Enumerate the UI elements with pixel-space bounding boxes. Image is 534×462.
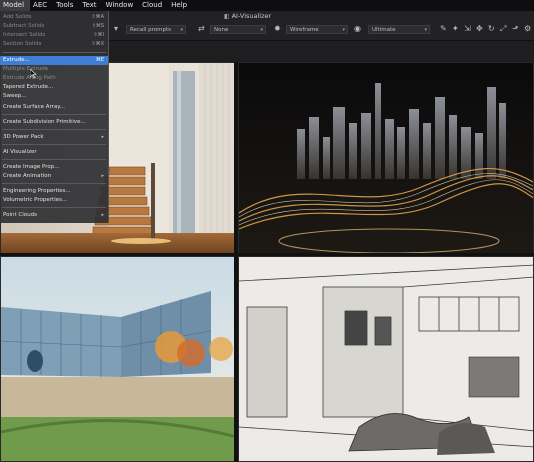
- menu-item-create-image-prop[interactable]: Create Image Prop...: [0, 163, 108, 172]
- magic-wand-icon[interactable]: ✦: [452, 24, 459, 34]
- campus-image: [1, 257, 235, 461]
- mode-select[interactable]: Wireframe ▾: [286, 25, 348, 34]
- menu-bar: Model AEC Tools Text Window Cloud Help: [0, 0, 534, 11]
- mouse-cursor-icon: [30, 69, 37, 79]
- chevron-right-icon: ▸: [101, 212, 104, 218]
- menu-separator: [2, 114, 106, 115]
- menu-item-tapered-extrude[interactable]: Tapered Extrude...: [0, 83, 108, 92]
- swap-icon[interactable]: ⇄: [198, 24, 205, 34]
- city-image: [239, 63, 533, 253]
- render-sketch-interior[interactable]: [238, 256, 534, 462]
- menu-item-engineering-properties[interactable]: Engineering Properties...: [0, 187, 108, 196]
- camera-icon[interactable]: ◉: [354, 24, 361, 34]
- chevron-right-icon: ▸: [101, 134, 104, 140]
- menu-item-section-solids[interactable]: Section Solids ⇧⌘X: [0, 40, 108, 49]
- menu-item-extrude-along-path[interactable]: Extrude Along Path: [0, 74, 108, 83]
- menu-separator: [2, 183, 106, 184]
- menu-help[interactable]: Help: [168, 0, 193, 11]
- export-icon[interactable]: ⬏: [512, 24, 519, 34]
- pan-tool-icon[interactable]: ✥: [476, 24, 483, 34]
- model-menu-dropdown: Add Solids ⇧⌘A Subtract Solids ⇧⌘S Interse…: [0, 11, 109, 223]
- render-futuristic-city[interactable]: [238, 62, 534, 254]
- settings-icon[interactable]: ⚙: [524, 24, 531, 34]
- dropdown-arrow-icon[interactable]: ▾: [114, 24, 118, 34]
- light-icon[interactable]: ✹: [274, 24, 281, 34]
- menu-item-volumetric-properties[interactable]: Volumetric Properties...: [0, 196, 108, 205]
- menu-text[interactable]: Text: [79, 0, 102, 11]
- chevron-down-icon: ▾: [180, 27, 183, 33]
- sketch-image: [239, 257, 533, 461]
- menu-tools[interactable]: Tools: [53, 0, 79, 11]
- menu-item-add-solids[interactable]: Add Solids ⇧⌘A: [0, 13, 108, 22]
- menu-separator: [2, 129, 106, 130]
- render-watercolor-campus[interactable]: [0, 256, 236, 462]
- menu-item-sweep[interactable]: Sweep...: [0, 92, 108, 101]
- chevron-down-icon: ▾: [260, 27, 263, 33]
- chevron-down-icon: ▾: [424, 27, 427, 33]
- chevron-right-icon: ▸: [101, 173, 104, 179]
- view-select[interactable]: Ultimate ▾: [368, 25, 430, 34]
- menu-item-create-subdivision-primitive[interactable]: Create Subdivision Primitive...: [0, 118, 108, 127]
- menu-item-extrude[interactable]: Extrude... ⌘E: [0, 56, 108, 65]
- select-tool-icon[interactable]: ⇲: [464, 24, 471, 34]
- menu-separator: [2, 207, 106, 208]
- menu-item-multiple-extrude[interactable]: Multiple Extrude: [0, 65, 108, 74]
- menu-cloud[interactable]: Cloud: [139, 0, 168, 11]
- menu-item-subtract-solids[interactable]: Subtract Solids ⇧⌘S: [0, 22, 108, 31]
- panel-divider-horizontal[interactable]: [0, 253, 534, 256]
- menu-item-ai-visualizer[interactable]: AI Visualizer: [0, 148, 108, 157]
- menu-item-intersect-solids[interactable]: Intersect Solids ⇧⌘I: [0, 31, 108, 40]
- prompt-select[interactable]: Recall prompts ▾: [126, 25, 186, 34]
- menu-item-create-surface-array[interactable]: Create Surface Array...: [0, 103, 108, 112]
- style-select[interactable]: None ▾: [210, 25, 266, 34]
- menu-separator: [2, 144, 106, 145]
- render-tool-icon[interactable]: ✎: [440, 24, 447, 34]
- menu-item-create-animation[interactable]: Create Animation ▸: [0, 172, 108, 181]
- menu-item-point-clouds[interactable]: Point Clouds ▸: [0, 211, 108, 220]
- menu-aec[interactable]: AEC: [30, 0, 53, 11]
- menu-item-3d-power-pack[interactable]: 3D Power Pack ▸: [0, 133, 108, 142]
- menu-window[interactable]: Window: [103, 0, 140, 11]
- zoom-tool-icon[interactable]: ⤢: [500, 24, 506, 34]
- menu-separator: [2, 52, 106, 53]
- panel-divider-vertical[interactable]: [234, 62, 238, 462]
- menu-separator: [2, 159, 106, 160]
- chevron-down-icon: ▾: [342, 27, 345, 33]
- window-icon: ◧: [224, 13, 232, 20]
- orbit-tool-icon[interactable]: ↻: [488, 24, 495, 34]
- menu-model[interactable]: Model: [0, 0, 31, 11]
- window-title: ◧ AI-Visualizer: [224, 12, 272, 20]
